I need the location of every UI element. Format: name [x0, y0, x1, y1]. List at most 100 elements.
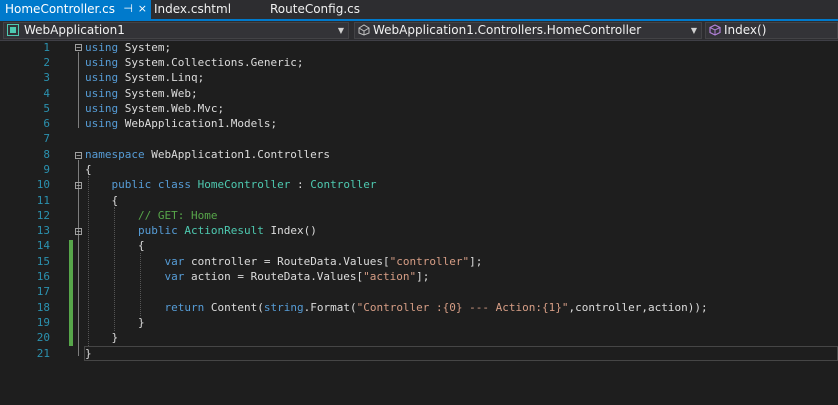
code-editor[interactable]: 1 2 3 4 5 6 7 8 9 10 11 12 13 14 15 16 1…: [0, 41, 838, 405]
class-path: WebApplication1.Controllers.HomeControll…: [373, 23, 642, 37]
code-line-11: {: [85, 194, 118, 207]
code-keyword: public: [137, 224, 178, 237]
line-number: 3: [43, 71, 50, 84]
line-number: 16: [36, 270, 50, 283]
tab-routeconfig[interactable]: RouteConfig.cs: [270, 0, 360, 19]
code-text: }: [85, 316, 145, 329]
collapse-icon[interactable]: −: [75, 182, 82, 190]
code-text: :: [290, 178, 311, 191]
current-line-highlight: [84, 346, 838, 361]
line-number: 21: [36, 347, 50, 360]
code-text: WebApplication1.Controllers: [144, 148, 331, 161]
chevron-down-icon: ▼: [337, 26, 344, 35]
code-text: ];: [416, 270, 430, 283]
line-number: 11: [36, 194, 50, 207]
collapse-icon[interactable]: −: [75, 44, 82, 52]
code-keyword: var: [164, 255, 185, 268]
code-line-20: }: [85, 331, 118, 344]
code-text: }: [85, 331, 119, 344]
code-string: "action": [363, 270, 417, 283]
change-marker: [69, 240, 73, 346]
code-text: System.Web.Mvc;: [118, 102, 225, 115]
member-name: Index(): [724, 23, 767, 37]
line-number: 17: [36, 285, 50, 298]
navigation-bar: WebApplication1 ▼ WebApplication1.Contro…: [0, 21, 838, 41]
line-number: 13: [36, 224, 50, 237]
code-text: Index(): [263, 224, 317, 237]
tab-label: HomeController.cs: [5, 2, 116, 16]
code-keyword: using: [85, 71, 119, 84]
line-number: 14: [36, 239, 50, 252]
tab-label: Index.cshtml: [154, 2, 232, 16]
project-name: WebApplication1: [24, 23, 125, 37]
code-keyword: using: [85, 102, 119, 115]
code-line-12: // GET: Home: [85, 209, 217, 222]
code-keyword: using: [85, 41, 119, 54]
document-tab-bar: HomeController.cs ⊣ × Index.cshtml Route…: [0, 0, 838, 21]
code-keyword: string: [263, 301, 304, 314]
code-line-19: }: [85, 316, 145, 329]
code-line-5: using System.Web.Mvc;: [85, 102, 224, 115]
line-number: 1: [43, 41, 50, 54]
code-line-14: {: [85, 239, 145, 252]
code-type: HomeController: [197, 178, 291, 191]
code-keyword: using: [85, 56, 119, 69]
code-line-13: public ActionResult Index(): [85, 224, 317, 237]
line-number: 18: [36, 301, 50, 314]
class-icon: [358, 24, 370, 36]
code-text: controller = RouteData.Values[: [184, 255, 390, 268]
code-text: System.Collections.Generic;: [118, 56, 304, 69]
code-line-16: var action = RouteData.Values["action"];: [85, 270, 429, 283]
code-line-4: using System.Web;: [85, 87, 198, 100]
class-dropdown[interactable]: WebApplication1.Controllers.HomeControll…: [354, 22, 702, 39]
tab-label: RouteConfig.cs: [270, 2, 360, 16]
code-string: "controller": [389, 255, 470, 268]
line-number: 4: [43, 87, 50, 100]
code-keyword: var: [164, 270, 185, 283]
collapse-icon[interactable]: −: [75, 152, 82, 160]
code-text: System.Web;: [118, 87, 198, 100]
code-keyword: public: [111, 178, 152, 191]
line-number: 19: [36, 316, 50, 329]
line-number: 20: [36, 331, 50, 344]
code-line-6: using WebApplication1.Models;: [85, 117, 277, 130]
code-line-8: namespace WebApplication1.Controllers: [85, 148, 330, 161]
line-number: 7: [43, 132, 50, 145]
tab-index-cshtml[interactable]: Index.cshtml: [154, 0, 231, 19]
code-text: {: [85, 194, 119, 207]
code-line-3: using System.Linq;: [85, 71, 204, 84]
code-text: action = RouteData.Values[: [184, 270, 364, 283]
code-text: Content(: [204, 301, 264, 314]
code-text: {: [85, 163, 92, 176]
code-line-18: return Content(string.Format("Controller…: [85, 301, 708, 314]
code-keyword: namespace: [85, 148, 145, 161]
collapse-icon[interactable]: −: [75, 228, 82, 236]
project-dropdown[interactable]: WebApplication1 ▼: [3, 22, 349, 39]
method-icon: [709, 24, 721, 36]
code-text: System;: [118, 41, 172, 54]
line-number: 15: [36, 255, 50, 268]
code-text: ,controller,action));: [568, 301, 708, 314]
code-type: Controller: [310, 178, 377, 191]
code-line-1: using System;: [85, 41, 171, 54]
pin-icon[interactable]: ⊣: [123, 0, 133, 18]
close-icon[interactable]: ×: [138, 0, 147, 18]
code-line-10: public class HomeController : Controller: [85, 178, 377, 191]
line-number: 6: [43, 117, 50, 130]
code-keyword: class: [157, 178, 191, 191]
code-keyword: return: [164, 301, 205, 314]
line-number: 9: [43, 163, 50, 176]
code-keyword: using: [85, 87, 119, 100]
member-dropdown[interactable]: Index(): [705, 22, 838, 39]
outline-guide: [78, 52, 79, 128]
code-line-2: using System.Collections.Generic;: [85, 56, 304, 69]
tab-homecontroller[interactable]: HomeController.cs ⊣ ×: [0, 0, 151, 19]
code-comment: // GET: Home: [137, 209, 218, 222]
